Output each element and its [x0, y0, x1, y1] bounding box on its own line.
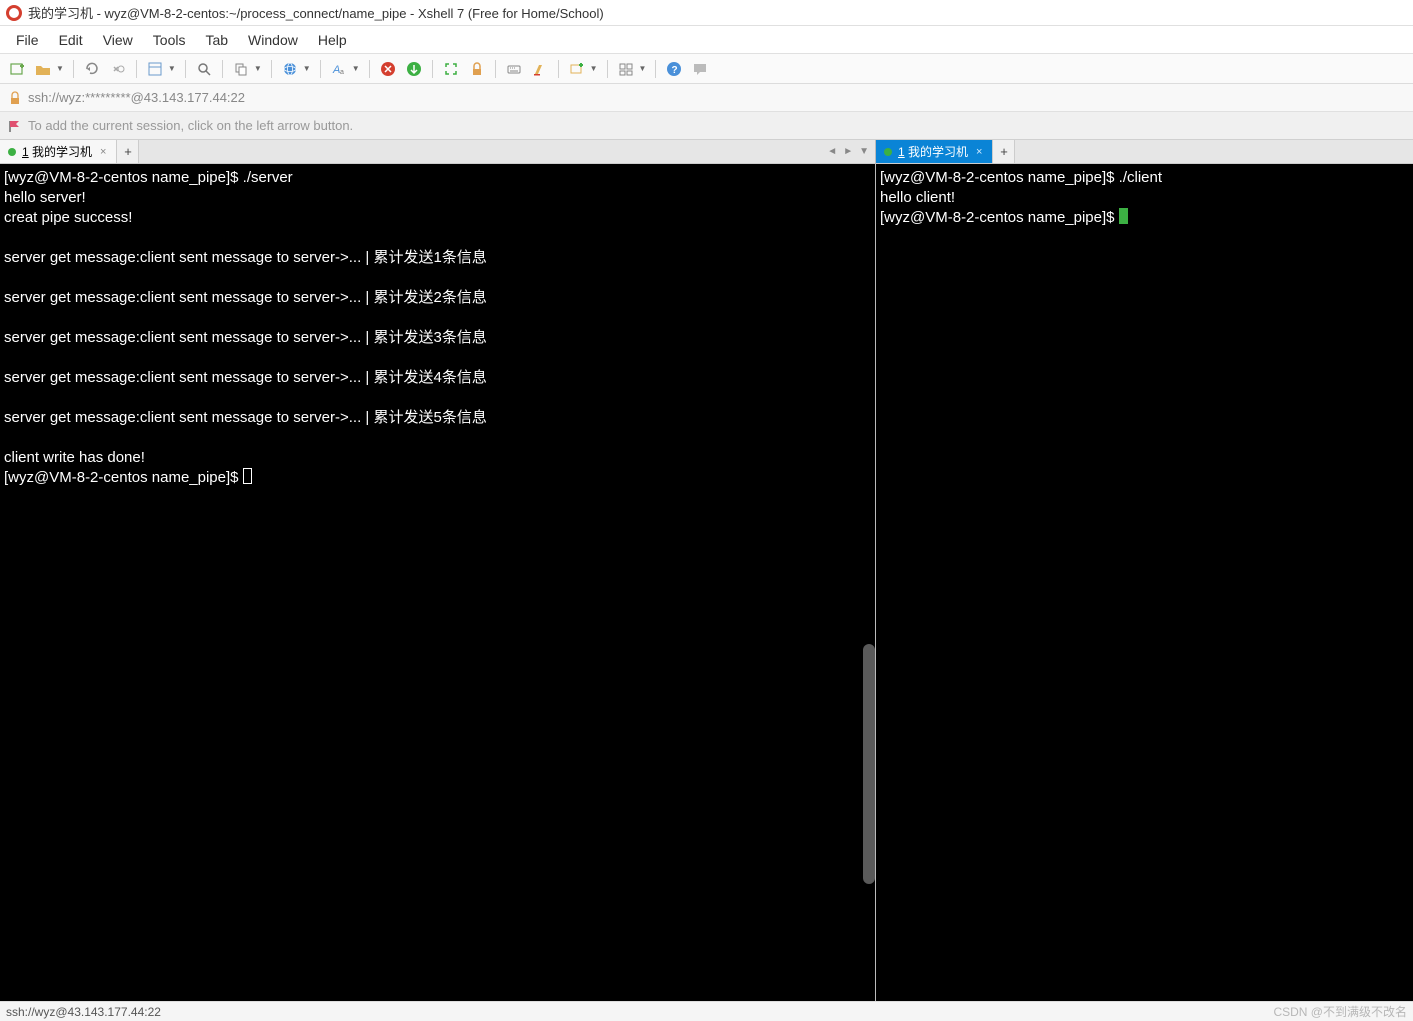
dropdown-icon[interactable]: ▼ [639, 64, 649, 73]
terminal-right[interactable]: [wyz@VM-8-2-centos name_pipe]$ ./client … [876, 164, 1413, 1001]
window-title: 我的学习机 - wyz@VM-8-2-centos:~/process_conn… [28, 3, 604, 22]
xshell-icon[interactable] [377, 58, 399, 80]
tab-add-button[interactable]: + [993, 140, 1015, 163]
dropdown-icon[interactable]: ▼ [590, 64, 600, 73]
separator [222, 60, 223, 78]
pane-left: 1 我的学习机 × + ◄ ► ▼ [wyz@VM-8-2-centos nam… [0, 140, 876, 1001]
new-window-icon[interactable] [566, 58, 588, 80]
keyboard-icon[interactable] [503, 58, 525, 80]
app-icon [6, 5, 22, 21]
cursor-icon [1119, 208, 1128, 224]
separator [185, 60, 186, 78]
menu-tools[interactable]: Tools [143, 28, 196, 52]
tab-add-button[interactable]: + [117, 140, 139, 163]
status-dot-icon [884, 148, 892, 156]
menu-window[interactable]: Window [238, 28, 308, 52]
hint-text: To add the current session, click on the… [28, 118, 353, 133]
menubar: File Edit View Tools Tab Window Help [0, 26, 1413, 54]
tab-prev-icon[interactable]: ◄ [825, 146, 839, 157]
separator [136, 60, 137, 78]
tab-label: 我的学习机 [908, 145, 968, 159]
open-session-icon[interactable] [32, 58, 54, 80]
lock-icon [8, 91, 22, 105]
separator [432, 60, 433, 78]
disconnect-icon[interactable] [107, 58, 129, 80]
copy-icon[interactable] [230, 58, 252, 80]
tab-next-icon[interactable]: ► [841, 146, 855, 157]
address-text: ssh://wyz:*********@43.143.177.44:22 [28, 90, 245, 105]
cursor-icon [243, 468, 252, 484]
dropdown-icon[interactable]: ▼ [352, 64, 362, 73]
tab-nav: ◄ ► ▼ [825, 140, 875, 163]
dropdown-icon[interactable]: ▼ [56, 64, 66, 73]
xftp-icon[interactable] [403, 58, 425, 80]
separator [558, 60, 559, 78]
separator [271, 60, 272, 78]
search-icon[interactable] [193, 58, 215, 80]
status-dot-icon [8, 148, 16, 156]
globe-icon[interactable] [279, 58, 301, 80]
layout-icon[interactable] [615, 58, 637, 80]
scrollbar[interactable] [863, 644, 875, 884]
status-text: ssh://wyz@43.143.177.44:22 [6, 1005, 161, 1019]
highlight-icon[interactable] [529, 58, 551, 80]
properties-icon[interactable] [144, 58, 166, 80]
hint-bar: To add the current session, click on the… [0, 112, 1413, 140]
terminal-output: [wyz@VM-8-2-centos name_pipe]$ ./server … [4, 169, 487, 486]
lock-icon[interactable] [466, 58, 488, 80]
separator [73, 60, 74, 78]
tabstrip-right: 1 我的学习机 × + [876, 140, 1413, 164]
tab-close-icon[interactable]: × [98, 146, 108, 158]
workspace: 1 我的学习机 × + ◄ ► ▼ [wyz@VM-8-2-centos nam… [0, 140, 1413, 1001]
watermark: CSDN @不到满级不改名 [1273, 1003, 1407, 1020]
tab-index: 1 [898, 145, 905, 159]
menu-help[interactable]: Help [308, 28, 357, 52]
statusbar: ssh://wyz@43.143.177.44:22 CSDN @不到满级不改名 [0, 1001, 1413, 1021]
tab-close-icon[interactable]: × [974, 146, 984, 158]
separator [320, 60, 321, 78]
font-icon[interactable]: Aa [328, 58, 350, 80]
svg-text:a: a [340, 69, 344, 76]
separator [607, 60, 608, 78]
separator [495, 60, 496, 78]
tab-session-right[interactable]: 1 我的学习机 × [876, 140, 993, 163]
tab-label: 我的学习机 [32, 145, 92, 159]
reconnect-icon[interactable] [81, 58, 103, 80]
tab-menu-icon[interactable]: ▼ [857, 146, 871, 157]
tabstrip-left: 1 我的学习机 × + ◄ ► ▼ [0, 140, 875, 164]
toolbar: ▼ ▼ ▼ ▼ Aa ▼ ▼ ▼ ? [0, 54, 1413, 84]
separator [655, 60, 656, 78]
menu-file[interactable]: File [6, 28, 49, 52]
titlebar: 我的学习机 - wyz@VM-8-2-centos:~/process_conn… [0, 0, 1413, 26]
dropdown-icon[interactable]: ▼ [303, 64, 313, 73]
feedback-icon[interactable] [689, 58, 711, 80]
menu-edit[interactable]: Edit [49, 28, 93, 52]
new-tab-icon[interactable] [6, 58, 28, 80]
tab-session-left[interactable]: 1 我的学习机 × [0, 140, 117, 163]
tab-index: 1 [22, 145, 29, 159]
menu-tab[interactable]: Tab [195, 28, 238, 52]
terminal-left[interactable]: [wyz@VM-8-2-centos name_pipe]$ ./server … [0, 164, 875, 1001]
svg-text:?: ? [672, 65, 678, 76]
dropdown-icon[interactable]: ▼ [254, 64, 264, 73]
separator [369, 60, 370, 78]
address-bar[interactable]: ssh://wyz:*********@43.143.177.44:22 [0, 84, 1413, 112]
help-icon[interactable]: ? [663, 58, 685, 80]
menu-view[interactable]: View [93, 28, 143, 52]
fullscreen-icon[interactable] [440, 58, 462, 80]
pane-right: 1 我的学习机 × + [wyz@VM-8-2-centos name_pipe… [876, 140, 1413, 1001]
dropdown-icon[interactable]: ▼ [168, 64, 178, 73]
flag-icon[interactable] [8, 119, 22, 133]
